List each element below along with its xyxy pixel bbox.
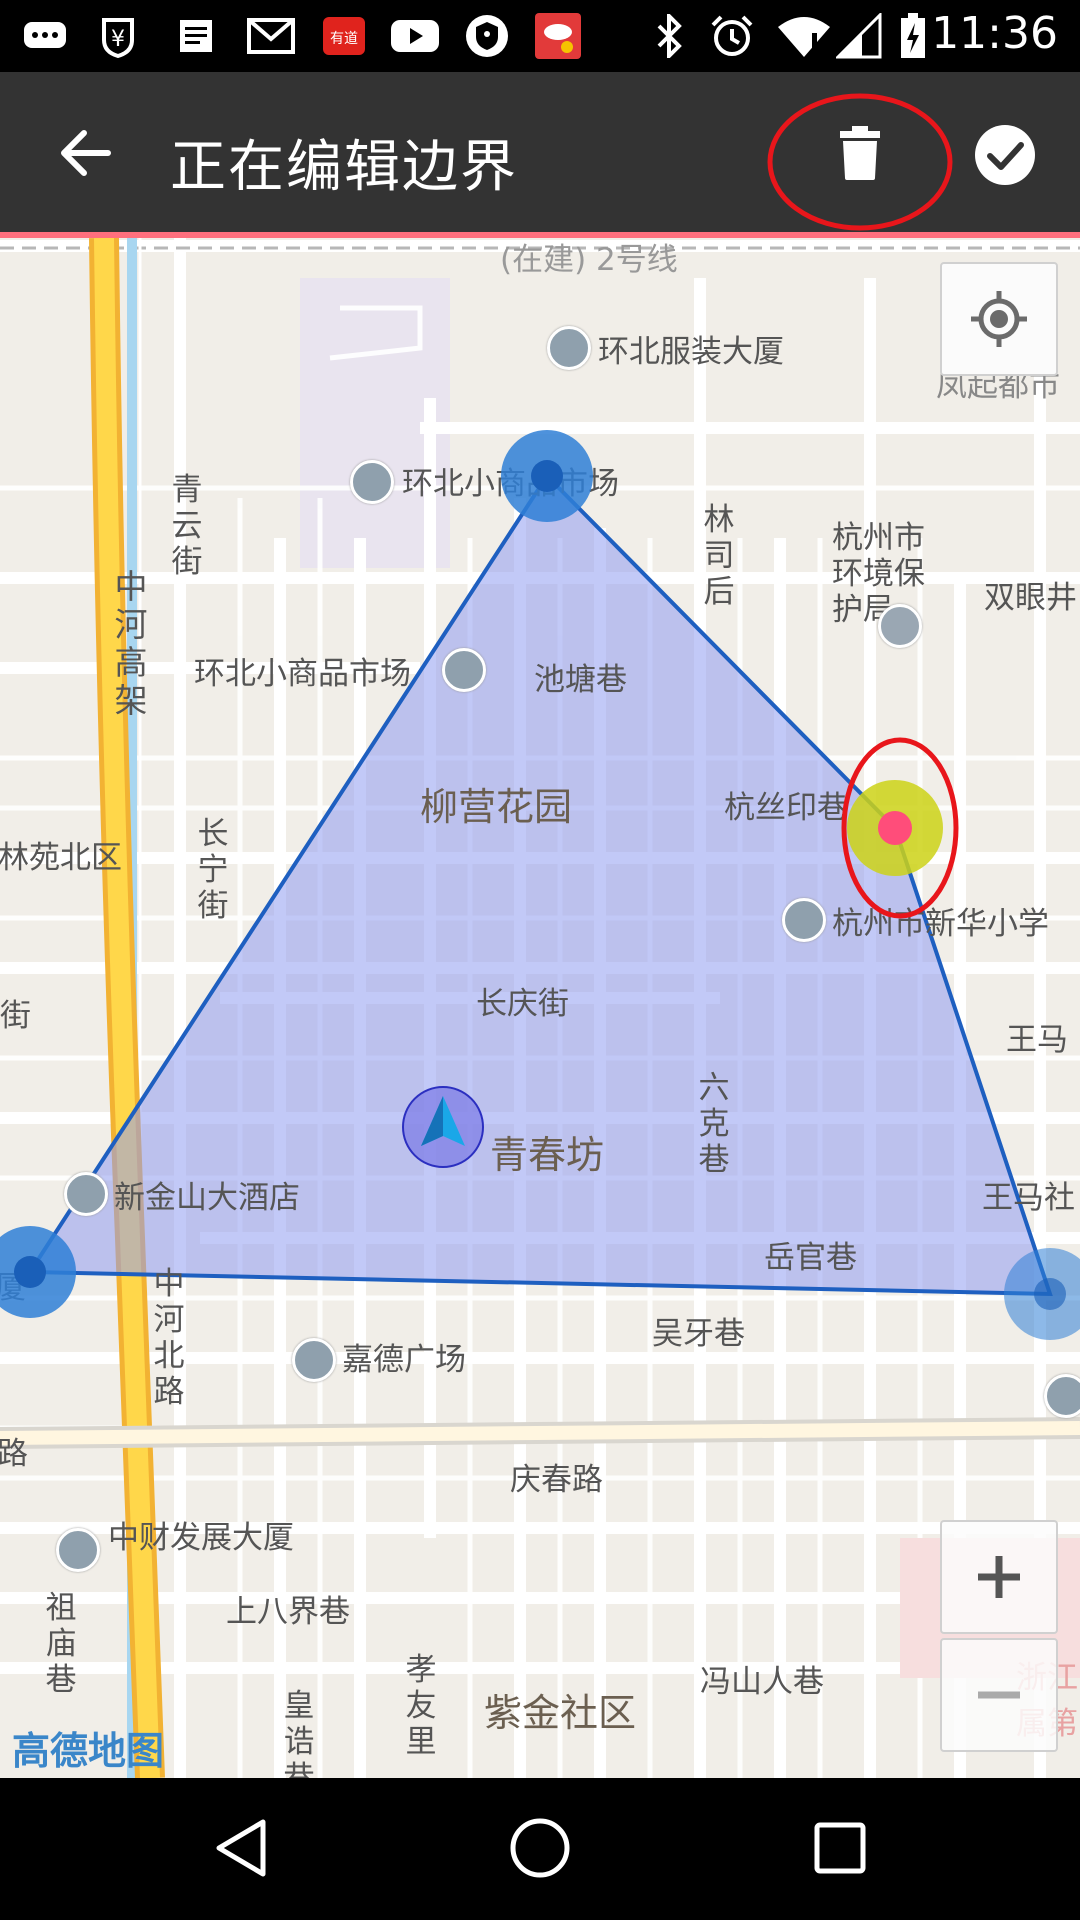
bluetooth-icon [652,14,686,58]
notes-icon [176,14,216,58]
map-view[interactable]: (在建) 2号线 环北服装大厦 凤起都市 环北小商品市场 青云街 中河高架 林司… [0,238,1080,1778]
vpn-shield-icon [464,14,510,58]
nav-recents-button[interactable] [785,1798,895,1898]
plus-icon [978,1556,1020,1598]
svg-text:¥: ¥ [111,27,125,52]
minus-icon [978,1691,1020,1699]
signal-icon [836,13,882,59]
payment-icon: ¥ [98,14,138,58]
amap-logo: 高德地图 [12,1729,165,1773]
navigation-bar [0,1778,1080,1920]
nav-home-button[interactable] [485,1798,595,1898]
messaging-icon [22,14,68,58]
locate-button[interactable] [940,262,1058,376]
zoom-in-button[interactable] [940,1520,1058,1634]
youtube-icon [390,14,440,58]
nav-back-button[interactable] [186,1798,296,1898]
battery-charging-icon [898,13,928,58]
crosshair-locate-icon [971,291,1027,347]
youdao-icon: 有道 [322,14,366,58]
arrow-back-icon [61,130,111,176]
wifi-icon [776,14,832,58]
svg-text:有道: 有道 [330,31,358,47]
alert-camera-icon [534,13,582,59]
polygon-overlay-markers [0,430,1080,1340]
gmail-icon [246,14,296,58]
back-button[interactable] [40,108,130,198]
check-circle-icon [975,125,1035,185]
nav-home-circle-icon [510,1818,570,1878]
annotation-circle-delete [767,93,953,231]
page-title: 正在编辑边界 [170,135,518,200]
alarm-icon [708,14,756,58]
status-bar: ¥ 有道 11:36 [0,0,1080,72]
nav-recents-square-icon [814,1822,866,1874]
status-time: 11:36 [931,8,1058,59]
zoom-out-button[interactable] [940,1638,1058,1752]
nav-back-triangle-icon [216,1819,266,1877]
confirm-button[interactable] [972,122,1038,188]
